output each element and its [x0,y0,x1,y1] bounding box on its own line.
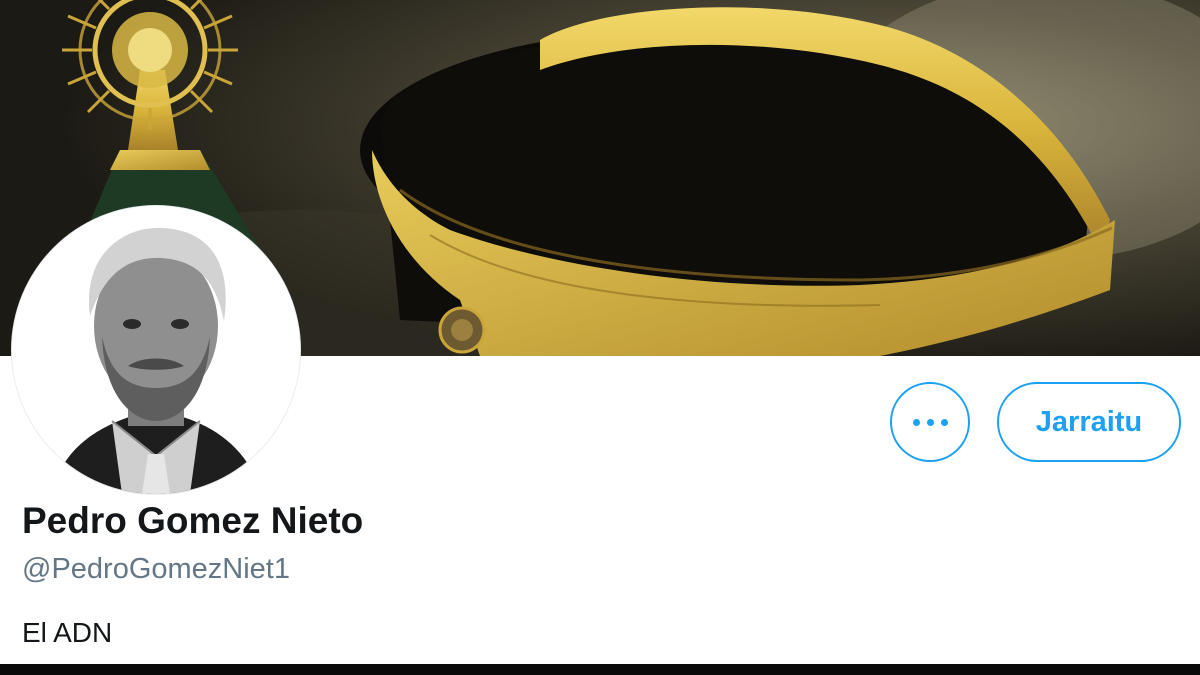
profile-bio: El ADN [22,617,113,648]
user-handle: @PedroGomezNiet1 [22,553,290,585]
follow-button[interactable]: Jarraitu [997,382,1181,462]
display-name: Pedro Gomez Nieto [22,500,364,541]
avatar[interactable] [12,206,300,494]
avatar-image [12,206,300,494]
profile-page: Jarraitu Pedro Gomez Nieto @PedroGomezNi… [0,0,1200,675]
more-horizontal-icon [912,418,948,426]
more-options-button[interactable] [890,382,970,462]
bottom-divider [0,664,1200,675]
